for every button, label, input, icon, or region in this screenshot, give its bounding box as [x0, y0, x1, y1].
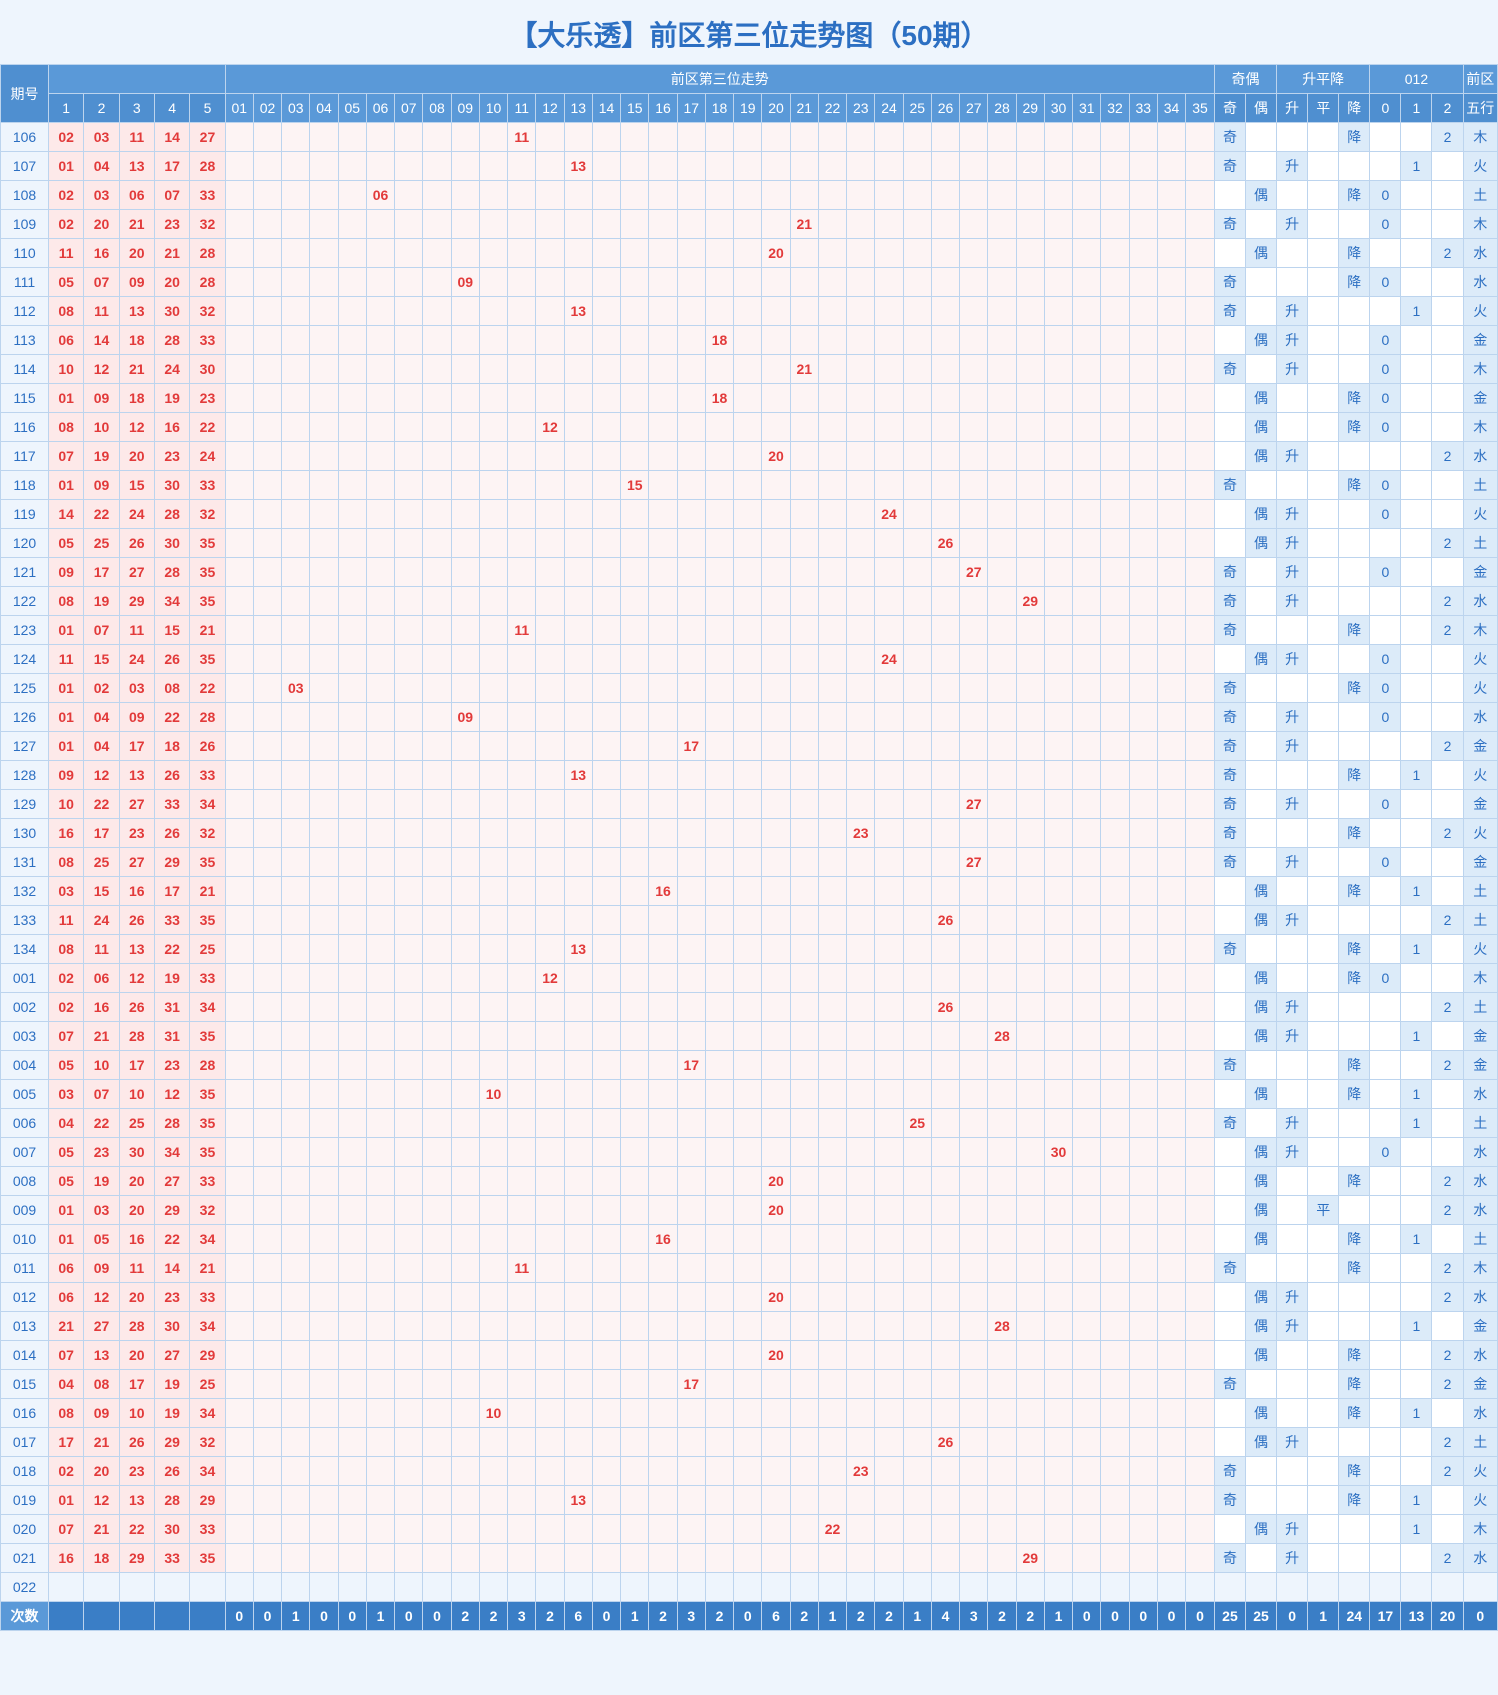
- table-row: 012061220233320偶升2水: [1, 1283, 1498, 1312]
- table-row: 007052330343530偶升0水: [1, 1138, 1498, 1167]
- table-row: 112081113303213奇升1火: [1, 297, 1498, 326]
- header-period: 期号: [1, 65, 49, 123]
- header-parity-group: 奇偶: [1214, 65, 1276, 94]
- table-row: 009010320293220偶平2水: [1, 1196, 1498, 1225]
- table-row: 123010711152111奇降2木: [1, 616, 1498, 645]
- table-row: 001020612193312偶降0木: [1, 964, 1498, 993]
- table-row: 114101221243021奇升0木: [1, 355, 1498, 384]
- table-row: 132031516172116偶降1土: [1, 877, 1498, 906]
- table-row: 117071920232420偶升2水: [1, 442, 1498, 471]
- table-row: 126010409222809奇升0水: [1, 703, 1498, 732]
- table-row: 130161723263223奇降2火: [1, 819, 1498, 848]
- table-row: 011060911142111奇降2木: [1, 1254, 1498, 1283]
- table-row: 121091727283527奇升0金: [1, 558, 1498, 587]
- header-wx-group: 前区: [1463, 65, 1497, 94]
- table-row: 010010516223416偶降1土: [1, 1225, 1498, 1254]
- table-row: 110111620212820偶降2水: [1, 239, 1498, 268]
- table-row: 002021626313426偶升2土: [1, 993, 1498, 1022]
- table-row: 014071320272920偶降2水: [1, 1341, 1498, 1370]
- table-row: 006042225283525奇升1土: [1, 1109, 1498, 1138]
- table-row: 005030710123510偶降1水: [1, 1080, 1498, 1109]
- footer-row: 次数00100100223260123206212214322100000252…: [1, 1602, 1498, 1631]
- table-row: 015040817192517奇降2金: [1, 1370, 1498, 1399]
- table-row: 018022023263423奇降2火: [1, 1457, 1498, 1486]
- header-012-group: 012: [1370, 65, 1463, 94]
- table-row: 108020306073306偶降0土: [1, 181, 1498, 210]
- table-row: 116081012162212偶降0木: [1, 413, 1498, 442]
- table-row: 017172126293226偶升2土: [1, 1428, 1498, 1457]
- table-row: 118010915303315奇降0土: [1, 471, 1498, 500]
- table-row: 115010918192318偶降0金: [1, 384, 1498, 413]
- table-row: 016080910193410偶降1水: [1, 1399, 1498, 1428]
- header-draw-group: [49, 65, 226, 94]
- table-row: 127010417182617奇升2金: [1, 732, 1498, 761]
- table-row: 106020311142711奇降2木: [1, 123, 1498, 152]
- header-updown-group: 升平降: [1277, 65, 1370, 94]
- header-row-1: 期号 前区第三位走势 奇偶 升平降 012 前区: [1, 65, 1498, 94]
- table-row: 113061418283318偶升0金: [1, 326, 1498, 355]
- table-row: 131082527293527奇升0金: [1, 848, 1498, 877]
- table-row: 008051920273320偶降2水: [1, 1167, 1498, 1196]
- table-row: 122081929343529奇升2水: [1, 587, 1498, 616]
- table-row: 120052526303526偶升2土: [1, 529, 1498, 558]
- table-row: 107010413172813奇升1火: [1, 152, 1498, 181]
- table-row: 019011213282913奇降1火: [1, 1486, 1498, 1515]
- table-row: 109022021233221奇升0木: [1, 210, 1498, 239]
- table-row: 003072128313528偶升1金: [1, 1022, 1498, 1051]
- table-row: 133112426333526偶升2土: [1, 906, 1498, 935]
- header-row-2: 1234501020304050607080910111213141516171…: [1, 94, 1498, 123]
- table-row: 004051017232817奇降2金: [1, 1051, 1498, 1080]
- header-trend-group: 前区第三位走势: [225, 65, 1214, 94]
- trend-table: 期号 前区第三位走势 奇偶 升平降 012 前区 123450102030405…: [0, 64, 1498, 1631]
- table-row: 021161829333529奇升2水: [1, 1544, 1498, 1573]
- page-title: 【大乐透】前区第三位走势图（50期）: [0, 0, 1498, 64]
- table-row: 129102227333427奇升0金: [1, 790, 1498, 819]
- table-row: 020072122303322偶升1木: [1, 1515, 1498, 1544]
- table-row: 128091213263313奇降1火: [1, 761, 1498, 790]
- table-row: 013212728303428偶升1金: [1, 1312, 1498, 1341]
- table-row: 134081113222513奇降1火: [1, 935, 1498, 964]
- table-row-empty: 022: [1, 1573, 1498, 1602]
- table-row: 119142224283224偶升0火: [1, 500, 1498, 529]
- table-row: 124111524263524偶升0火: [1, 645, 1498, 674]
- table-row: 125010203082203奇降0火: [1, 674, 1498, 703]
- table-row: 111050709202809奇降0水: [1, 268, 1498, 297]
